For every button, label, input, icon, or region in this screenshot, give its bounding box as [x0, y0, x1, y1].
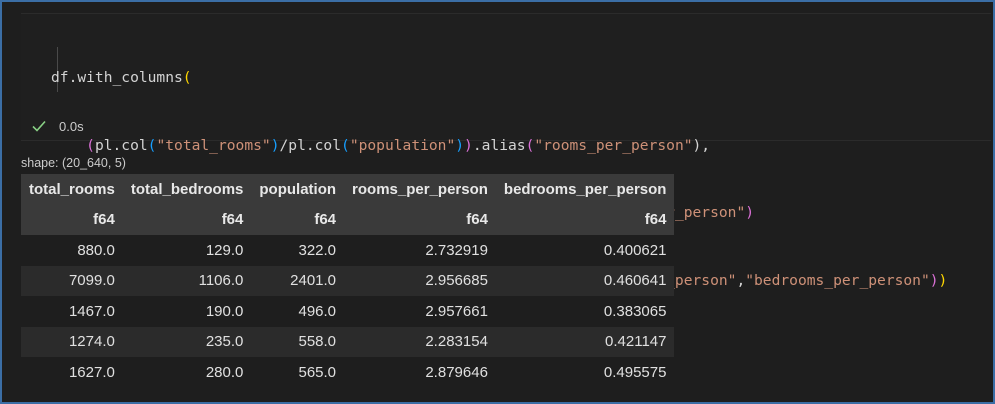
table-cell: 1106.0 — [198, 272, 244, 290]
column-dtype: f64 — [93, 211, 115, 229]
code-token: ) — [270, 136, 280, 154]
table-cell: 190.0 — [205, 302, 244, 320]
check-icon — [31, 118, 47, 134]
table-cell: 1274.0 — [68, 333, 115, 351]
code-token: "rooms_per_person" — [534, 136, 693, 154]
code-token: "population" — [349, 136, 456, 154]
column-header: population — [259, 180, 337, 198]
column-header: total_rooms — [29, 180, 115, 198]
table-cell: 322.0 — [298, 241, 337, 259]
table-row: 7099.0 1106.0 2401.0 2.956685 0.460641 — [21, 265, 675, 296]
dataframe-table: total_rooms total_bedrooms population ro… — [21, 174, 675, 388]
code-line-2: (pl.col("total_rooms")/pl.col("populatio… — [51, 135, 947, 158]
table-cell: 7099.0 — [68, 272, 115, 290]
table-cell: 2.879646 — [425, 363, 488, 381]
code-token: ) — [938, 271, 948, 289]
table-cell: 1627.0 — [68, 363, 115, 381]
table-cell: 496.0 — [298, 302, 337, 320]
header-row: total_rooms total_bedrooms population ro… — [21, 174, 675, 205]
code-token: , — [736, 271, 746, 289]
table-row: 880.0 129.0 322.0 2.732919 0.400621 — [21, 235, 675, 266]
code-token: "total_rooms" — [156, 136, 271, 154]
code-cell[interactable]: df.with_columns( (pl.col("total_rooms")/… — [21, 13, 991, 289]
table-cell: 0.460641 — [603, 272, 667, 290]
column-dtype: f64 — [466, 211, 488, 229]
table-cell: 0.421147 — [605, 333, 667, 351]
table-cell: 280.0 — [205, 363, 244, 381]
column-dtype: f64 — [644, 211, 667, 229]
code-token: ) — [929, 271, 939, 289]
dtype-row: f64 f64 f64 f64 f64 — [21, 204, 675, 235]
table-cell: 0.383065 — [603, 302, 667, 320]
table-cell: 2.283154 — [425, 333, 488, 351]
execution-time: 0.0s — [59, 118, 84, 134]
code-token: .alias — [472, 136, 526, 154]
column-header: rooms_per_person — [352, 180, 488, 198]
code-token: pl.col — [94, 136, 148, 154]
table-cell: 2.957661 — [425, 302, 488, 320]
code-token: ) — [745, 204, 755, 221]
table-cell: 235.0 — [205, 333, 244, 351]
column-dtype: f64 — [221, 211, 244, 229]
table-cell: 565.0 — [298, 363, 337, 381]
code-token: ( — [341, 136, 350, 154]
execution-status: 0.0s — [31, 118, 84, 134]
table-cell: 0.495575 — [603, 363, 667, 381]
table-row: 1467.0 190.0 496.0 2.957661 0.383065 — [21, 296, 675, 327]
table-cell: 2401.0 — [290, 272, 337, 290]
column-header: total_bedrooms — [130, 180, 244, 198]
table-cell: 2.732919 — [425, 241, 488, 259]
code-token: df.with_columns — [51, 69, 183, 86]
table-cell: 880.0 — [77, 241, 115, 259]
table-cell: 129.0 — [205, 241, 244, 259]
table-row: 1274.0 235.0 558.0 2.283154 0.421147 — [21, 326, 675, 357]
code-token: ) — [464, 136, 473, 154]
dataframe-shape: shape: (20_640, 5) — [21, 156, 126, 170]
code-token: /pl.col — [279, 136, 342, 154]
code-token: ( — [182, 69, 192, 86]
table-cell: 0.400621 — [603, 241, 667, 259]
table-row: 1627.0 280.0 565.0 2.879646 0.495575 — [21, 357, 675, 388]
table-cell: 1467.0 — [68, 302, 115, 320]
code-token: ) — [455, 136, 465, 154]
code-line-1: df.with_columns( — [51, 67, 947, 90]
code-token: ( — [86, 136, 95, 154]
code-token: ), — [692, 136, 711, 154]
column-dtype: f64 — [314, 211, 337, 229]
column-header: bedrooms_per_person — [503, 180, 667, 198]
code-token: "bedrooms_per_person" — [745, 271, 930, 289]
notebook-cell-frame: df.with_columns( (pl.col("total_rooms")/… — [0, 0, 995, 404]
table-cell: 2.956685 — [425, 272, 488, 290]
table-cell: 558.0 — [298, 333, 337, 351]
